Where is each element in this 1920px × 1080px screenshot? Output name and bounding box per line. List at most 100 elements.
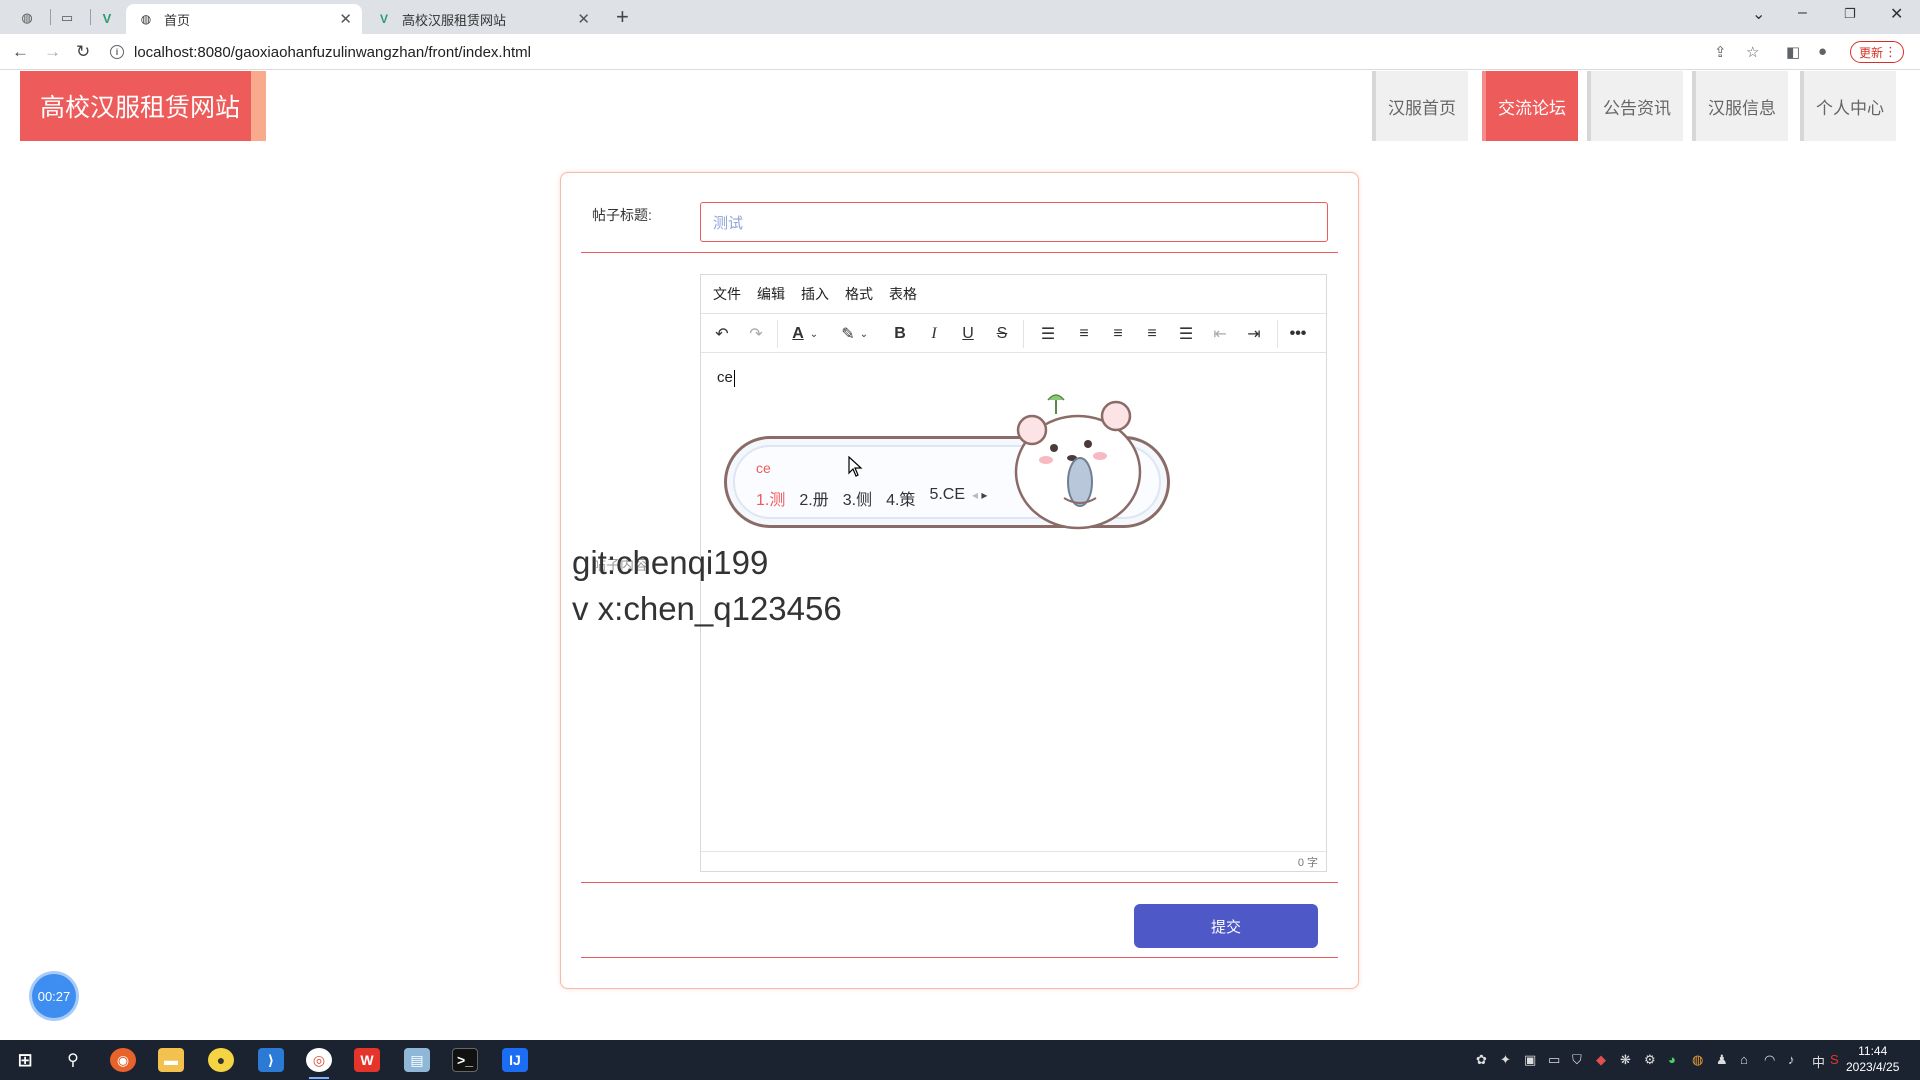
forward-icon[interactable]: → (44, 42, 61, 62)
tray-app-icon[interactable]: ⚙ (1644, 1052, 1656, 1068)
vscode-icon[interactable]: ⟩ (258, 1048, 284, 1072)
input-method-indicator[interactable]: 中 (1812, 1052, 1825, 1071)
tray-app-icon[interactable]: ✿ (1476, 1052, 1487, 1068)
ime-candidate[interactable]: 4.策 (886, 486, 915, 510)
align-center-icon[interactable]: ≡ (1105, 321, 1131, 347)
share-icon[interactable]: ⇪ (1714, 43, 1727, 61)
tray-app-icon[interactable]: ▭ (1548, 1052, 1560, 1068)
file-explorer-icon[interactable]: ▬ (158, 1048, 184, 1072)
ime-candidate[interactable]: 3.侧 (843, 486, 872, 510)
tab-site[interactable]: V 高校汉服租赁网站 ✕ (364, 4, 600, 34)
chevron-down-icon[interactable]: ⌄ (807, 321, 821, 347)
minimize-icon[interactable]: – (1798, 4, 1807, 22)
wps-icon[interactable]: W (354, 1048, 380, 1072)
strikethrough-icon[interactable]: S (989, 321, 1015, 347)
side-panel-icon[interactable]: ◧ (1786, 43, 1800, 61)
new-tab-icon[interactable]: + (616, 4, 629, 30)
tab-search-icon[interactable]: ⌄ (1752, 4, 1765, 24)
windows-start-icon[interactable]: ⊞ (12, 1048, 38, 1072)
menu-dots-icon[interactable]: ⋮ (1884, 44, 1897, 60)
recording-timer[interactable]: 00:27 (32, 974, 76, 1018)
search-icon[interactable]: ⚲ (60, 1048, 86, 1072)
toolbar-divider (777, 320, 778, 348)
url-text: localhost:8080/gaoxiaohanfuzulinwangzhan… (134, 43, 531, 61)
editor-statusbar: 0 字 (701, 851, 1326, 871)
typed-text: ce (717, 369, 735, 387)
wifi-icon[interactable]: ◠ (1764, 1052, 1775, 1068)
menu-format[interactable]: 格式 (845, 284, 873, 304)
submit-button[interactable]: 提交 (1134, 904, 1318, 948)
outdent-icon[interactable]: ⇤ (1207, 321, 1233, 347)
redo-icon[interactable]: ↷ (743, 321, 769, 347)
close-tab-icon[interactable]: ✕ (577, 10, 590, 28)
qq-icon[interactable]: ♟ (1716, 1052, 1728, 1068)
nav-item-hanfu-home[interactable]: 汉服首页 (1372, 71, 1468, 141)
notes-app-icon[interactable]: ▤ (404, 1048, 430, 1072)
vue-tab-icon[interactable]: V (92, 5, 122, 31)
menu-table[interactable]: 表格 (889, 284, 917, 304)
globe-tab-icon[interactable]: ◍ (12, 5, 42, 31)
line-height-icon[interactable]: ☰ (1035, 321, 1061, 347)
usb-icon[interactable]: ⌂ (1740, 1052, 1748, 1067)
ime-candidates: 1.测 2.册 3.侧 4.策 5.CE (756, 486, 979, 510)
update-button[interactable]: 更新 ⋮ (1850, 41, 1904, 63)
nav-label: 交流论坛 (1498, 98, 1566, 118)
back-icon[interactable]: ← (12, 42, 29, 62)
tray-app-icon[interactable]: ▣ (1524, 1052, 1536, 1068)
nav-item-personal-center[interactable]: 个人中心 (1800, 71, 1896, 141)
close-window-icon[interactable]: ✕ (1890, 4, 1903, 24)
ime-candidate[interactable]: 1.测 (756, 486, 785, 510)
tab-divider (50, 9, 51, 25)
site-logo[interactable]: 高校汉服租赁网站 (20, 71, 251, 141)
profile-icon[interactable]: ● (1818, 43, 1827, 60)
terminal-icon[interactable]: >_ (452, 1048, 478, 1072)
tray-app-icon[interactable]: ◍ (1692, 1052, 1703, 1068)
mouse-pointer-icon (848, 456, 863, 477)
firefox-icon[interactable]: ◉ (110, 1048, 136, 1072)
bold-icon[interactable]: B (887, 321, 913, 347)
close-tab-icon[interactable]: ✕ (339, 10, 352, 28)
ime-candidate[interactable]: 5.CE (929, 486, 965, 510)
taskbar-clock[interactable]: 11:44 2023/4/25 (1846, 1043, 1899, 1075)
align-left-icon[interactable]: ≡ (1071, 321, 1097, 347)
underline-icon[interactable]: U (955, 321, 981, 347)
duck-app-icon[interactable]: ● (208, 1048, 234, 1072)
more-icon[interactable]: ••• (1285, 321, 1311, 347)
intellij-icon[interactable]: IJ (502, 1048, 528, 1072)
browser-tab-bar: ◍ ▭ V ◍ 首页 ✕ V 高校汉服租赁网站 ✕ + ⌄ – ❐ ✕ (0, 0, 1920, 34)
restore-icon[interactable]: ❐ (1844, 6, 1856, 22)
ime-page-arrows-icon[interactable]: ◂ ▸ (972, 488, 987, 502)
volume-icon[interactable]: ♪ (1788, 1052, 1795, 1067)
indent-icon[interactable]: ⇥ (1241, 321, 1267, 347)
title-input[interactable]: 测试 (700, 202, 1328, 242)
tray-app-icon[interactable]: ◆ (1596, 1052, 1606, 1068)
site-info-icon[interactable]: i (110, 45, 124, 59)
tab-home[interactable]: ◍ 首页 ✕ (126, 4, 362, 34)
tray-shield-icon[interactable]: ⛉ (1572, 1052, 1582, 1068)
logo-accent (251, 71, 266, 141)
timer-text: 00:27 (37, 988, 71, 1004)
menu-insert[interactable]: 插入 (801, 284, 829, 304)
tray-app-icon[interactable]: ❋ (1620, 1052, 1631, 1068)
sogou-ime-icon[interactable]: S (1830, 1052, 1839, 1067)
align-right-icon[interactable]: ≡ (1139, 321, 1165, 347)
ime-candidate[interactable]: 2.册 (799, 486, 828, 510)
menu-edit[interactable]: 编辑 (757, 284, 785, 304)
chrome-icon[interactable]: ◎ (306, 1048, 332, 1079)
nav-item-forum[interactable]: 交流论坛 (1482, 71, 1578, 141)
url-field[interactable]: i localhost:8080/gaoxiaohanfuzulinwangzh… (110, 38, 1710, 66)
bookmark-star-icon[interactable]: ☆ (1746, 43, 1759, 61)
nav-item-news[interactable]: 公告资讯 (1587, 71, 1683, 141)
nav-item-hanfu-info[interactable]: 汉服信息 (1692, 71, 1788, 141)
wechat-icon[interactable]: ◕ (1668, 1052, 1676, 1067)
blank-tab-icon[interactable]: ▭ (52, 5, 82, 31)
italic-icon[interactable]: I (921, 321, 947, 347)
bear-mascot-illustration (1014, 394, 1142, 530)
menu-file[interactable]: 文件 (713, 284, 741, 304)
justify-icon[interactable]: ☰ (1173, 321, 1199, 347)
tray-app-icon[interactable]: ✦ (1500, 1052, 1511, 1068)
chevron-down-icon[interactable]: ⌄ (857, 321, 871, 347)
watermark-line: git:chenqi199 (572, 544, 769, 581)
undo-icon[interactable]: ↶ (709, 321, 735, 347)
reload-icon[interactable]: ↻ (76, 42, 90, 62)
